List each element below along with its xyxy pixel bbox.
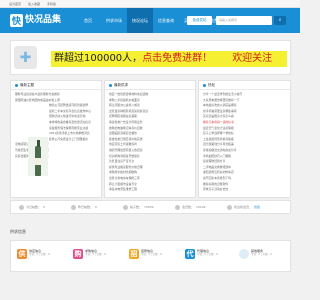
category-stats: 今日：0 | 主题：0 — [141, 253, 162, 256]
supply-list: 供应一批优质建筑材料欢迎选购 求购二手挖掘机价格面议 转让闲置办公桌椅八成新 出售自家… — [105, 90, 195, 195]
supply-icon: 供 — [17, 249, 27, 259]
stat-label: 欢迎新会员： — [234, 205, 253, 209]
category-grid: 供 供应信息 今日：0 | 主题：0 购 求购信息 今日：0 | 主题：0 招 招聘… — [10, 240, 291, 272]
logo-icon[interactable]: 快 — [10, 14, 23, 27]
wine-bottle-icon — [35, 140, 41, 176]
category-other[interactable]: 其他服务 今日：0 | 主题：0 — [239, 249, 285, 263]
categories-title: 供求信息 — [10, 229, 26, 234]
banner-text-suffix: 欢迎关注 — [232, 53, 273, 64]
stat-value: 0 — [95, 205, 97, 209]
panel-hot-posts: 热帖 分享一个最近学到的生活小技巧 大家周末都去哪里玩推荐一下 本地最好吃的火锅店是… — [198, 80, 291, 198]
user-icon — [175, 204, 180, 210]
stat-label: 昨日帖数： — [78, 205, 94, 209]
site-name[interactable]: 快况品集 — [25, 14, 61, 27]
topbar-link-home[interactable]: 设为首页 — [9, 2, 21, 6]
panel-title: 最新供求 — [105, 81, 195, 90]
ad-banner[interactable]: ✚ 群超过100000人，点击免费进群！ 欢迎关注 — [10, 40, 291, 75]
category-stats: 今日：0 | 主题：0 — [197, 253, 218, 256]
panel-title: 热帖 — [199, 81, 290, 90]
search-input[interactable]: 请输入关键字 — [216, 16, 272, 25]
category-recruit[interactable]: 招 招聘信息 今日：0 | 主题：0 — [129, 249, 175, 263]
category-stats: 今日：0 | 主题：0 — [29, 253, 50, 256]
stat-label: 今日帖数： — [26, 205, 42, 209]
stat-value: 0 — [43, 205, 45, 209]
header: 快 快况品集 首页 供求市场 快况论坛 信息查询 买页面板 免费微信群 免费发帖… — [0, 8, 300, 48]
banner-text: 群超过100000人，点击免费进群！ 欢迎关注 — [51, 51, 287, 67]
nav-item-home[interactable]: 首页 — [75, 8, 101, 33]
puzzle-icon: ✚ — [14, 46, 37, 69]
stat-today: 今日帖数： 0 — [19, 204, 59, 210]
topbar-link-mobile[interactable]: 手机版 — [47, 2, 56, 6]
category-agent[interactable]: 代 代理信息 今日：0 | 主题：0 — [185, 249, 231, 263]
purchase-icon: 购 — [73, 249, 83, 259]
forum-stats: 今日帖数： 0 昨日帖数： 0 帖子数： 70639 会员数： 16299 欢迎新会员：… — [10, 200, 291, 214]
chart-icon — [19, 204, 24, 210]
nav-item-market[interactable]: 供求市场 — [101, 8, 127, 33]
category-purchase[interactable]: 购 求购信息 今日：0 | 主题：0 — [73, 249, 119, 263]
stat-label: 帖子数： — [130, 205, 143, 209]
stat-members: 会员数： 16299 — [175, 204, 215, 210]
agent-icon: 代 — [185, 249, 195, 259]
panel-latest-supply: 最新供求 供应一批优质建筑材料欢迎选购 求购二手挖掘机价格面议 转让闲置办公桌椅八成… — [104, 80, 196, 198]
hot-post-list: 分享一个最近学到的生活小技巧 大家周末都去哪里玩推荐一下 本地最好吃的火锅店是哪家新… — [199, 90, 290, 195]
category-supply[interactable]: 供 供应信息 今日：0 | 主题：0 — [17, 249, 63, 263]
bubble-icon — [239, 249, 249, 259]
topbar-link-favorite[interactable]: 加入收藏 — [28, 2, 40, 6]
stat-value: 16299 — [196, 205, 206, 209]
nav-item-forum[interactable]: 快况论坛 — [127, 8, 153, 33]
publish-button[interactable]: 免费发帖 — [187, 16, 212, 25]
nav-item-query[interactable]: 信息查询 — [153, 8, 179, 33]
panel-latest-topics: 最新主题 理财专业投资客户最新理财方案推荐 受国际油价影响国内成品油价格上调 物流公… — [10, 80, 102, 198]
stat-value: 70639 — [144, 205, 154, 209]
list-item[interactable]: 承接水电安装维修工程 — [109, 187, 191, 193]
search-button[interactable]: ⌕ — [274, 16, 286, 25]
banner-text-highlight: 点击免费进群！ — [142, 53, 213, 64]
banner-text-prefix: 群超过100000人， — [54, 53, 143, 64]
recruit-icon: 招 — [129, 249, 139, 259]
panel-title: 最新主题 — [11, 81, 101, 90]
stat-posts: 帖子数： 70639 — [123, 204, 163, 210]
topic-list: 理财专业投资客户最新理财方案推荐 受国际油价影响国内成品油价格上调 物流公司招聘送货… — [11, 90, 101, 161]
magnifier-icon: ⌕ — [278, 17, 282, 23]
top-bar: 设为首页 加入收藏 手机版 — [0, 0, 300, 8]
category-stats: 今日：0 | 主题：0 — [251, 253, 272, 256]
stat-yesterday: 昨日帖数： 0 — [71, 204, 111, 210]
list-item[interactable]: 周末亲子活动好去处 — [203, 187, 286, 193]
chart-icon — [71, 204, 76, 210]
stat-label: 会员数： — [182, 205, 195, 209]
stat-value-link[interactable]: 张鑫 — [254, 205, 260, 209]
user-add-icon — [227, 204, 232, 210]
stat-new-member: 欢迎新会员： 张鑫 — [227, 204, 272, 210]
document-icon — [123, 204, 128, 210]
category-stats: 今日：0 | 主题：0 — [85, 253, 106, 256]
product-image[interactable] — [28, 137, 48, 176]
